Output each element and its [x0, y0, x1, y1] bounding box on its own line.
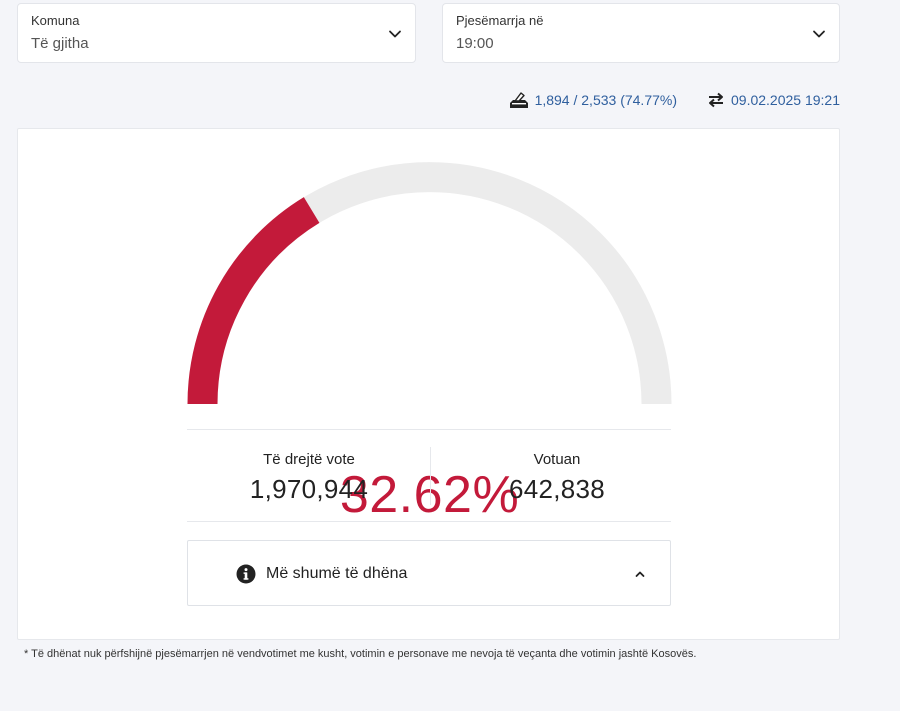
chevron-up-icon — [635, 571, 645, 577]
komuna-select-value: Të gjitha — [31, 35, 89, 52]
turnout-page: Komuna Të gjitha Pjesëmarrja në 19:00 1,… — [0, 0, 900, 711]
komuna-select[interactable]: Komuna Të gjitha — [17, 3, 416, 63]
chevron-down-icon — [389, 30, 401, 38]
gauge-fill — [187, 197, 320, 405]
divider — [430, 447, 431, 505]
last-updated-stat: 09.02.2025 19:21 — [707, 92, 840, 108]
footnote: * Të dhënat nuk përfshijnë pjesëmarrjen … — [24, 648, 697, 660]
eligible-voters-value: 1,970,944 — [249, 474, 369, 504]
info-icon — [236, 564, 256, 584]
ballot-box-icon — [509, 92, 528, 108]
turnout-gauge — [187, 162, 672, 405]
turnout-card: 32.62% Të drejtë vote 1,970,944 Votuan 6… — [17, 128, 840, 640]
voted-label: Votuan — [533, 451, 581, 468]
voted-value: 642,838 — [508, 474, 606, 504]
divider — [187, 429, 671, 430]
chevron-down-icon — [813, 30, 825, 38]
stats-bar: 1,894 / 2,533 (74.77%) 09.02.2025 19:21 — [509, 90, 840, 110]
voted-metric: Votuan 642,838 — [437, 451, 677, 505]
eligible-voters-label: Të drejtë vote — [263, 451, 355, 468]
swap-arrows-icon — [709, 92, 723, 108]
more-data-label: Më shumë të dhëna — [266, 565, 408, 582]
pjesemarrja-select-value: 19:00 — [456, 35, 494, 52]
pjesemarrja-select-label: Pjesëmarrja në — [456, 13, 544, 28]
more-data-toggle[interactable]: Më shumë të dhëna — [187, 540, 671, 606]
pjesemarrja-select[interactable]: Pjesëmarrja në 19:00 — [442, 3, 840, 63]
polling-stations-stat: 1,894 / 2,533 (74.77%) — [509, 91, 677, 109]
eligible-voters-metric: Të drejtë vote 1,970,944 — [189, 451, 429, 505]
komuna-select-label: Komuna — [31, 13, 80, 28]
gauge-track — [187, 162, 672, 405]
divider — [187, 521, 671, 522]
polling-stations-text: 1,894 / 2,533 (74.77%) — [534, 92, 677, 108]
last-updated-text: 09.02.2025 19:21 — [731, 92, 840, 108]
